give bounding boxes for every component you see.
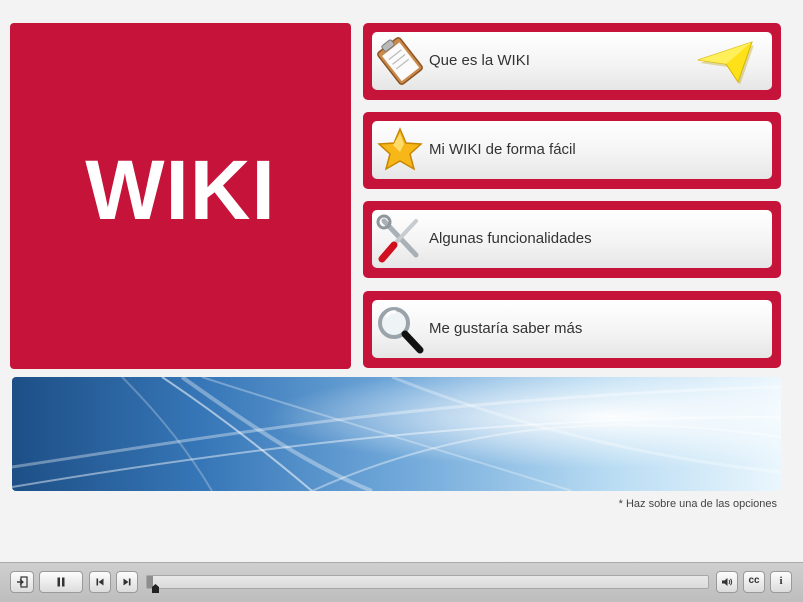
volume-icon [722,578,733,586]
captions-button[interactable]: cc [743,571,765,593]
info-icon: i [779,575,783,587]
slide-stage: WIKI Que es la WIKI Mi WIKI de forma fác… [0,0,803,602]
previous-button[interactable] [89,571,111,593]
tools-icon [376,214,419,263]
title-text: WIKI [85,142,276,237]
captions-icon: cc [748,575,760,586]
next-icon [123,578,131,586]
clipboard-icon [377,37,423,85]
pause-icon [57,577,65,587]
magnifier-icon [378,307,424,354]
decorative-banner [12,377,781,491]
menu-button-saber-mas[interactable]: Me gustaría saber más [372,300,772,358]
exit-icon [17,576,28,588]
title-panel: WIKI [10,23,351,369]
player-toolbar: cc i [0,562,803,602]
menu-label-funcionalidades: Algunas funcionalidades [429,230,592,247]
progress-bar[interactable] [146,575,709,589]
menu-card-mi-wiki: Mi WIKI de forma fácil [363,112,781,189]
info-button[interactable]: i [770,571,792,593]
exit-button[interactable] [10,571,34,593]
menu-label-saber-mas: Me gustaría saber más [429,320,583,337]
progress-handle[interactable] [152,584,160,593]
star-icon [377,127,423,171]
pointer-arrow-icon [697,41,754,84]
menu-card-que-es-la-wiki: Que es la WIKI [363,23,781,100]
light-streaks-graphic [12,377,781,491]
menu-button-mi-wiki[interactable]: Mi WIKI de forma fácil [372,121,772,179]
pause-button[interactable] [39,571,83,593]
volume-button[interactable] [716,571,738,593]
menu-card-funcionalidades: Algunas funcionalidades [363,201,781,278]
instruction-hint: * Haz sobre una de las opciones [618,498,777,510]
menu-button-funcionalidades[interactable]: Algunas funcionalidades [372,210,772,268]
menu-label-mi-wiki: Mi WIKI de forma fácil [429,141,576,158]
menu-card-saber-mas: Me gustaría saber más [363,291,781,368]
menu-label-que-es-la-wiki: Que es la WIKI [429,52,530,69]
previous-icon [96,578,104,586]
menu-button-que-es-la-wiki[interactable]: Que es la WIKI [372,32,772,90]
next-button[interactable] [116,571,138,593]
